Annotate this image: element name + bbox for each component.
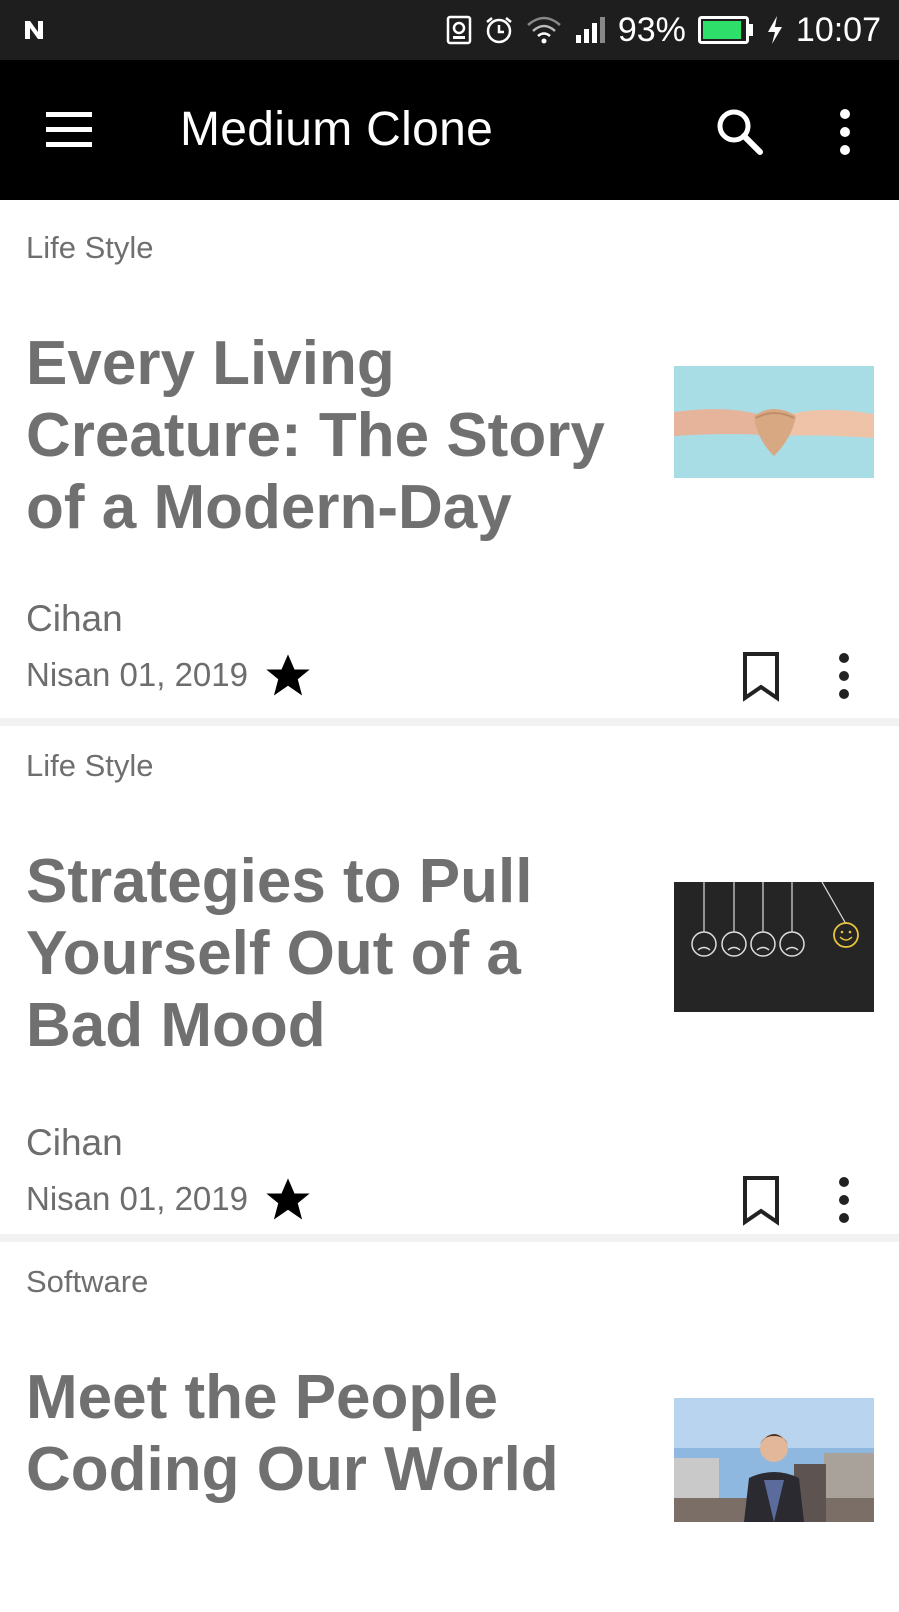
article-date: Nisan 01, 2019 xyxy=(26,1180,248,1217)
card-divider xyxy=(0,718,899,726)
article-category: Software xyxy=(26,1264,149,1299)
search-icon[interactable] xyxy=(712,104,768,160)
article-author: Cihan xyxy=(26,1122,123,1163)
more-vertical-icon[interactable] xyxy=(826,650,862,702)
hanging-faces-chalkboard-image[interactable] xyxy=(674,882,874,1012)
app-bar: Medium Clone xyxy=(0,60,899,200)
article-title[interactable]: Strategies to Pull Yourself Out of a Bad… xyxy=(26,846,646,1062)
star-icon xyxy=(266,654,310,696)
charging-bolt-icon xyxy=(767,16,782,44)
more-vertical-icon[interactable] xyxy=(826,1174,862,1226)
bookmark-icon[interactable] xyxy=(737,650,785,702)
clock: 10:07 xyxy=(795,10,881,49)
wifi-icon xyxy=(527,16,561,44)
app-title: Medium Clone xyxy=(180,103,494,156)
status-bar: 93% 10:07 xyxy=(0,0,899,60)
article-title[interactable]: Meet the People Coding Our World xyxy=(26,1362,646,1506)
article-category: Life Style xyxy=(26,748,154,783)
bookmark-icon[interactable] xyxy=(737,1174,785,1226)
battery-percent: 93% xyxy=(617,10,686,49)
card-divider xyxy=(0,1234,899,1242)
more-vertical-icon[interactable] xyxy=(820,104,870,160)
alarm-icon xyxy=(486,17,512,44)
article-card[interactable]: Life Style Every Living Creature: The St… xyxy=(0,200,899,718)
cell-signal-icon xyxy=(575,17,605,43)
article-category: Life Style xyxy=(26,230,154,265)
article-feed: Life Style Every Living Creature: The St… xyxy=(0,200,899,1612)
hands-holding-heart-image[interactable] xyxy=(674,366,874,478)
article-card[interactable]: Software Meet the People Coding Our Worl… xyxy=(0,1242,899,1612)
article-author: Cihan xyxy=(26,598,123,639)
battery-icon xyxy=(697,16,753,44)
star-icon xyxy=(266,1178,310,1220)
menu-icon[interactable] xyxy=(40,104,96,156)
article-title[interactable]: Every Living Creature: The Story of a Mo… xyxy=(26,328,646,544)
man-on-rooftop-image[interactable] xyxy=(674,1398,874,1522)
article-date: Nisan 01, 2019 xyxy=(26,656,248,693)
n-logo-icon xyxy=(25,21,43,39)
article-card[interactable]: Life Style Strategies to Pull Yourself O… xyxy=(0,726,899,1234)
screen-cast-icon xyxy=(446,15,472,45)
